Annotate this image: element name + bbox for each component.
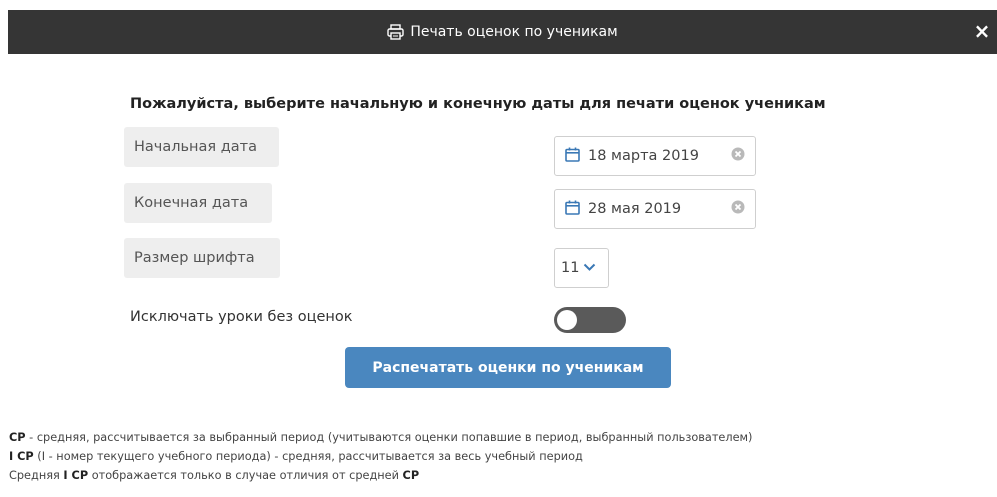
legend-term: I СР — [9, 450, 34, 463]
end-date-label: Конечная дата — [124, 183, 272, 223]
exclude-lessons-toggle[interactable] — [554, 307, 626, 333]
legend-line-sr: СР - средняя, рассчитывается за выбранны… — [9, 428, 752, 447]
exclude-lessons-label: Исключать уроки без оценок — [130, 309, 353, 325]
start-date-value: 18 марта 2019 — [588, 148, 699, 164]
legend-text: (I - номер текущего учебного периода) - … — [33, 450, 583, 463]
font-size-value: 11 — [561, 260, 580, 276]
calendar-icon — [565, 200, 580, 219]
chevron-down-icon — [583, 260, 596, 276]
font-size-label: Размер шрифта — [124, 238, 280, 278]
legend-term: СР — [9, 431, 26, 444]
legend-term: СР — [402, 469, 420, 482]
toggle-knob — [557, 310, 577, 330]
modal-header: Печать оценок по ученикам × — [8, 10, 997, 54]
close-icon[interactable]: × — [974, 19, 991, 43]
close-button[interactable]: × — [971, 18, 993, 44]
legend-notes: СР - средняя, рассчитывается за выбранны… — [9, 428, 752, 485]
print-grades-modal: Печать оценок по ученикам × Пожалуйста, … — [0, 0, 997, 497]
print-grades-button[interactable]: Распечатать оценки по ученикам — [345, 347, 671, 388]
clear-start-date-icon[interactable] — [731, 147, 745, 165]
legend-line-display: Средняя I СР отображается только в случа… — [9, 466, 752, 485]
legend-text: - средняя, рассчитывается за выбранный п… — [25, 431, 753, 444]
clear-end-date-icon[interactable] — [731, 200, 745, 218]
legend-line-isr: I СР (I - номер текущего учебного период… — [9, 447, 752, 466]
modal-title-text: Печать оценок по ученикам — [410, 24, 618, 40]
end-date-value: 28 мая 2019 — [588, 201, 682, 217]
legend-text: Средняя — [9, 469, 64, 482]
modal-title: Печать оценок по ученикам — [387, 24, 618, 40]
printer-icon — [387, 24, 405, 40]
start-date-input[interactable]: 18 марта 2019 — [554, 136, 756, 176]
calendar-icon — [565, 147, 580, 166]
instruction-text: Пожалуйста, выберите начальную и конечну… — [130, 96, 826, 112]
font-size-select[interactable]: 11 — [554, 248, 609, 288]
start-date-label: Начальная дата — [124, 127, 279, 167]
legend-term: I СР — [63, 469, 89, 482]
legend-text: отображается только в случае отличия от … — [88, 469, 403, 482]
end-date-input[interactable]: 28 мая 2019 — [554, 189, 756, 229]
